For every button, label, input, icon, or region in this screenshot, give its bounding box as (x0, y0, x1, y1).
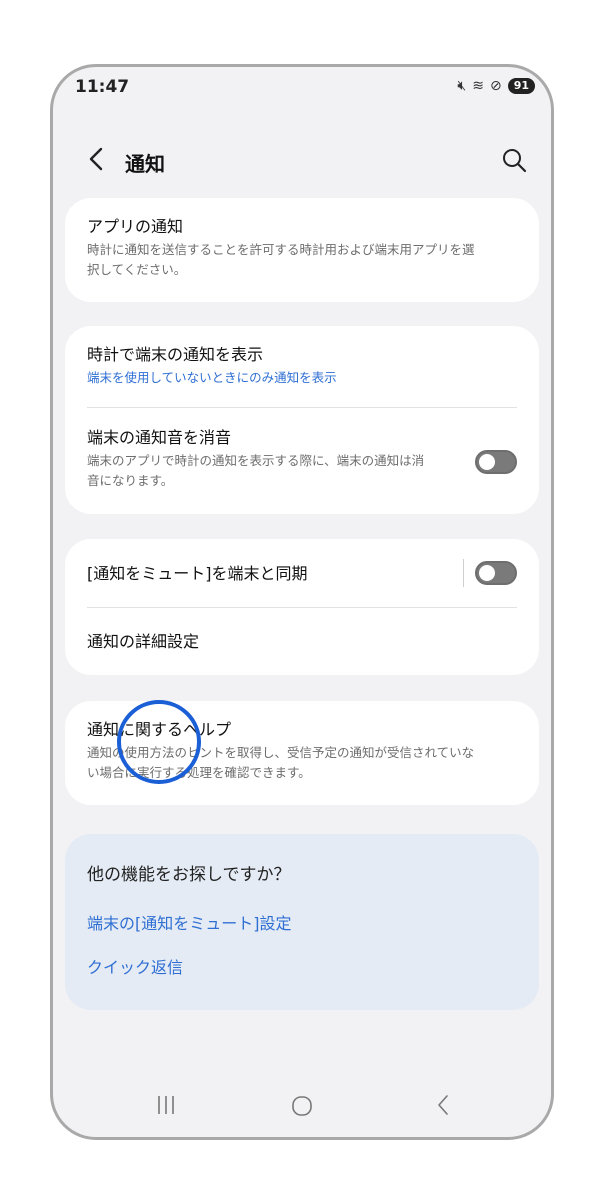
touch-indicator (117, 700, 201, 784)
mute-icon: 🔇︎ (457, 78, 467, 94)
battery-level: 91 (507, 78, 535, 94)
looking-for-more-card: 他の機能をお探しですか？ 端末の[通知をミュート]設定 クイック返信 (65, 834, 539, 1010)
back-arrow-icon[interactable] (83, 143, 111, 175)
phone-frame: 11:47 🔇︎ ≋ ⊘ 91 通知 アプリの通知 時計に通知を送信することを許… (50, 64, 554, 1140)
divider (87, 607, 517, 608)
status-time: 11:47 (75, 77, 130, 97)
mute-phone-sound-toggle[interactable] (475, 450, 517, 474)
sync-mute-item[interactable]: [通知をミュート]を端末と同期 (87, 563, 449, 585)
app-notifications-item[interactable]: アプリの通知 時計に通知を送信することを許可する時計用および端末用アプリを選 択… (87, 216, 517, 280)
quick-reply-link[interactable]: クイック返信 (87, 954, 183, 978)
sync-mute-title: [通知をミュート]を端末と同期 (87, 564, 308, 583)
do-not-disturb-icon: ⊘ (489, 78, 502, 94)
recent-apps-icon[interactable] (153, 1093, 179, 1117)
mute-phone-sound-title: 端末の通知音を消音 (87, 428, 232, 447)
advanced-notification-settings-title: 通知の詳細設定 (87, 632, 200, 651)
show-phone-notifications-subtitle: 端末を使用していないときにのみ通知を表示 (87, 370, 337, 385)
mute-phone-sound-item[interactable]: 端末の通知音を消音 端末のアプリで時計の通知を表示する際に、端末の通知は消 音に… (87, 427, 449, 491)
phone-notification-settings-card: 時計で端末の通知を表示 端末を使用していないときにのみ通知を表示 端末の通知音を… (65, 326, 539, 514)
advanced-notification-settings-item[interactable]: 通知の詳細設定 (87, 631, 517, 653)
phone-mute-settings-link[interactable]: 端末の[通知をミュート]設定 (87, 910, 292, 934)
mute-sync-card: [通知をミュート]を端末と同期 通知の詳細設定 (65, 539, 539, 675)
app-notifications-title: アプリの通知 (87, 217, 184, 236)
show-phone-notifications-title: 時計で端末の通知を表示 (87, 345, 264, 364)
divider (87, 407, 517, 408)
sync-mute-toggle[interactable] (475, 561, 517, 585)
toggle-knob (479, 565, 495, 581)
app-notifications-card[interactable]: アプリの通知 時計に通知を送信することを許可する時計用および端末用アプリを選 択… (65, 198, 539, 302)
show-phone-notifications-item[interactable]: 時計で端末の通知を表示 端末を使用していないときにのみ通知を表示 (87, 344, 517, 388)
page-title: 通知 (125, 152, 165, 176)
search-icon[interactable] (499, 145, 529, 175)
status-icons: 🔇︎ ≋ ⊘ 91 (457, 78, 535, 94)
toggle-knob (479, 454, 495, 470)
app-notifications-subtitle: 時計に通知を送信することを許可する時計用および端末用アプリを選 択してください。 (87, 242, 475, 277)
nav-back-icon[interactable] (433, 1093, 453, 1117)
looking-for-more-title: 他の機能をお探しですか？ (87, 865, 291, 885)
wifi-icon: ≋ (472, 78, 484, 94)
mute-phone-sound-subtitle: 端末のアプリで時計の通知を表示する際に、端末の通知は消 音になります。 (87, 453, 425, 488)
toggle-separator (463, 559, 464, 587)
app-bar: 通知 (53, 139, 551, 183)
navigation-bar (53, 1077, 551, 1137)
home-icon[interactable] (291, 1095, 313, 1117)
status-bar: 11:47 🔇︎ ≋ ⊘ 91 (53, 67, 551, 107)
